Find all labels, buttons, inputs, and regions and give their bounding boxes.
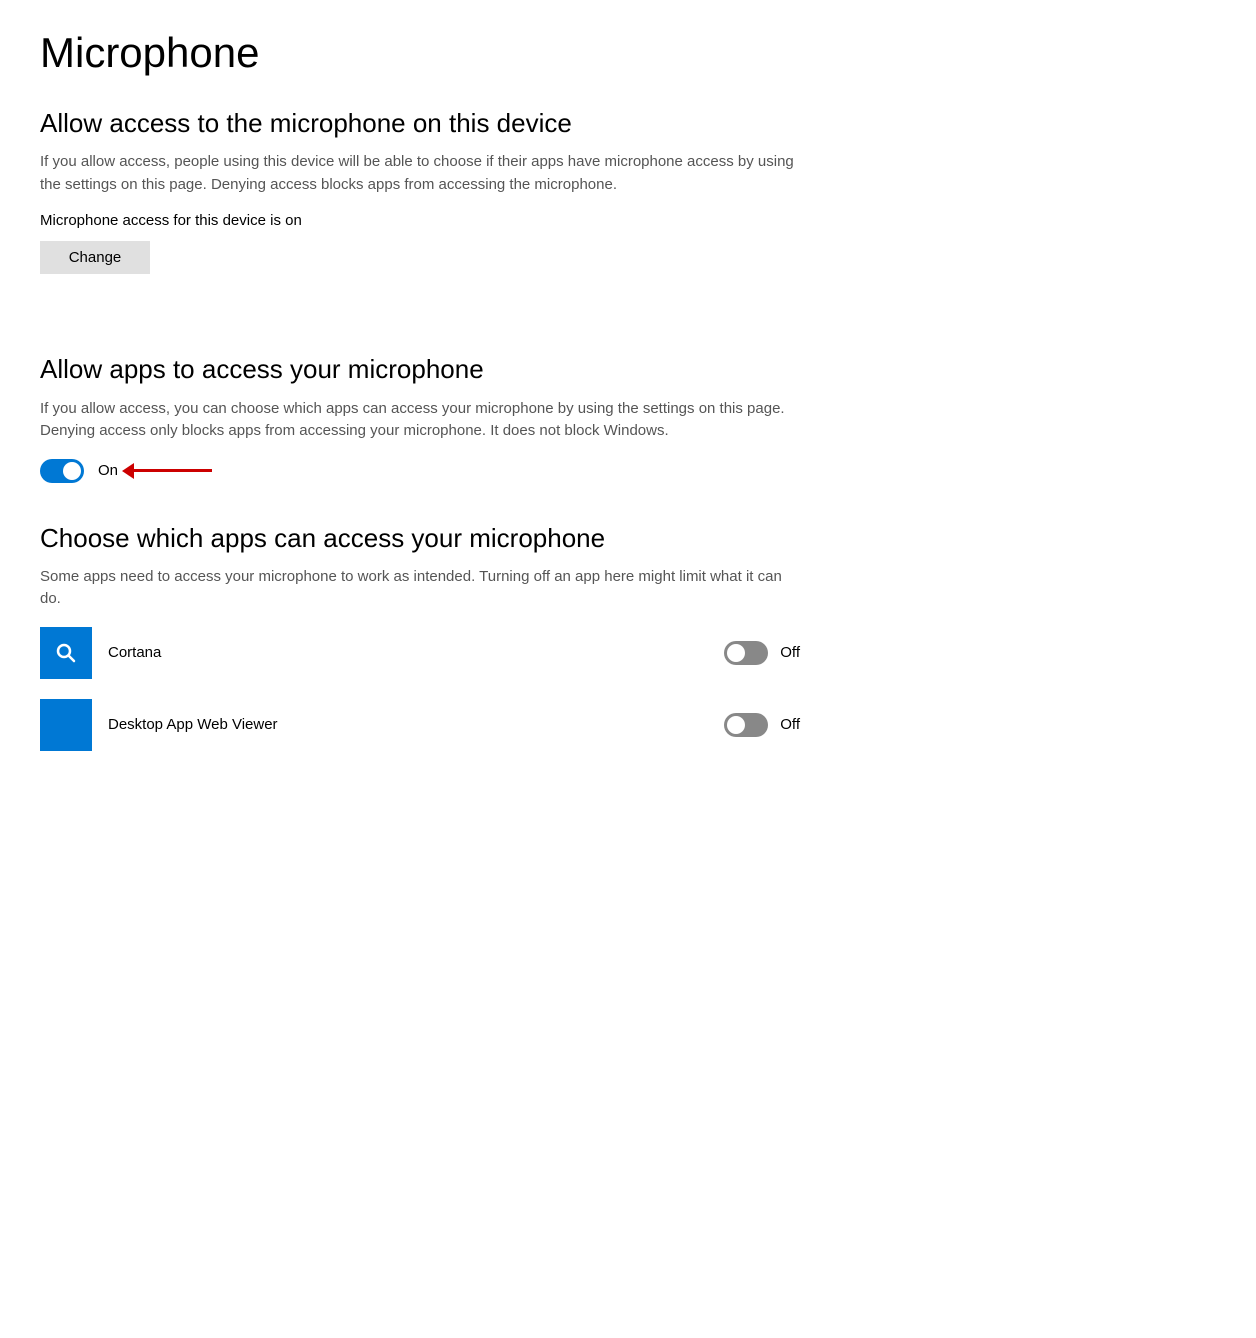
apps-access-toggle-label: On: [98, 462, 118, 479]
arrow-line: [132, 469, 212, 472]
desktop-web-viewer-toggle[interactable]: [724, 713, 768, 737]
page-title: Microphone: [40, 30, 1216, 76]
cortana-toggle-label: Off: [780, 644, 800, 661]
desktop-web-viewer-toggle-label: Off: [780, 716, 800, 733]
device-access-description: If you allow access, people using this d…: [40, 151, 800, 196]
apps-access-title: Allow apps to access your microphone: [40, 354, 1216, 385]
app-row-desktop-web-viewer: Desktop App Web Viewer Off: [40, 699, 800, 751]
device-access-section: Allow access to the microphone on this d…: [40, 108, 1216, 314]
choose-apps-title: Choose which apps can access your microp…: [40, 523, 1216, 554]
apps-access-description: If you allow access, you can choose whic…: [40, 398, 800, 443]
desktop-web-viewer-name: Desktop App Web Viewer: [108, 716, 724, 733]
desktop-web-viewer-icon: [40, 699, 92, 751]
app-row-cortana: Cortana Off: [40, 627, 800, 679]
arrow-annotation: [132, 469, 212, 472]
choose-apps-section: Choose which apps can access your microp…: [40, 523, 1216, 751]
cortana-toggle[interactable]: [724, 641, 768, 665]
device-access-title: Allow access to the microphone on this d…: [40, 108, 1216, 139]
apps-access-section: Allow apps to access your microphone If …: [40, 354, 1216, 482]
cortana-name: Cortana: [108, 644, 724, 661]
cortana-icon: [40, 627, 92, 679]
choose-apps-description: Some apps need to access your microphone…: [40, 566, 800, 611]
cortana-toggle-area: Off: [724, 641, 800, 665]
apps-access-toggle-row: On: [40, 459, 1216, 483]
change-button[interactable]: Change: [40, 241, 150, 274]
apps-access-toggle[interactable]: [40, 459, 84, 483]
desktop-web-viewer-toggle-area: Off: [724, 713, 800, 737]
device-access-status: Microphone access for this device is on: [40, 212, 1216, 229]
search-icon: [54, 641, 78, 665]
